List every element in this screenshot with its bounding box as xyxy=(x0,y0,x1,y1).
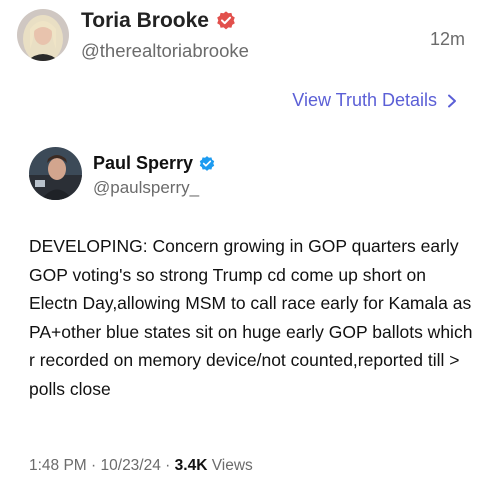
post-body-text: DEVELOPING: Concern growing in GOP quart… xyxy=(29,236,473,399)
embedded-avatar[interactable] xyxy=(29,147,82,200)
post-time: 1:48 PM xyxy=(29,457,87,474)
post-timestamp: 12m xyxy=(429,29,465,49)
embedded-author-handle[interactable]: @paulsperry_ xyxy=(93,178,199,198)
avatar[interactable] xyxy=(17,9,69,61)
chevron-right-icon xyxy=(448,94,456,107)
views-label: Views xyxy=(211,457,253,474)
embedded-author-name-row[interactable]: Paul Sperry xyxy=(93,153,216,174)
view-truth-details-label[interactable]: View Truth Details xyxy=(292,90,437,111)
verified-badge-icon xyxy=(199,155,215,171)
meta-separator: · xyxy=(165,457,175,474)
views-count: 3.4K xyxy=(174,457,208,474)
user-avatar-icon xyxy=(29,147,82,200)
user-avatar-icon xyxy=(17,9,69,61)
meta-separator: · xyxy=(91,457,101,474)
author-name-row[interactable]: Toria Brooke xyxy=(81,9,237,33)
view-truth-details-link[interactable]: View Truth Details xyxy=(292,90,457,111)
post-date: 10/23/24 xyxy=(100,457,161,474)
verified-badge-icon xyxy=(217,11,235,30)
embedded-author-display-name[interactable]: Paul Sperry xyxy=(93,153,193,174)
author-handle[interactable]: @therealtoriabrooke xyxy=(81,40,249,62)
post-meta: 1:48 PM · 10/23/24 · 3.4K Views xyxy=(29,457,253,475)
author-display-name[interactable]: Toria Brooke xyxy=(81,9,209,33)
